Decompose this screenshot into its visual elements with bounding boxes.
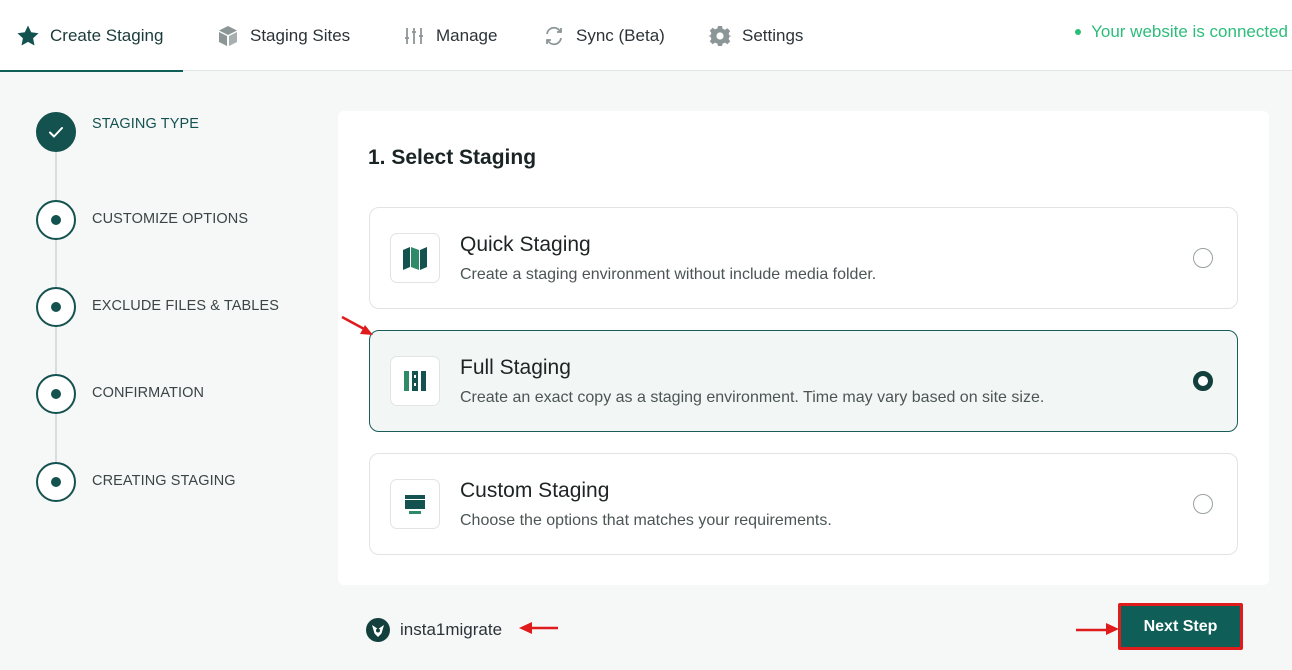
connection-status-text: Your website is connected xyxy=(1091,21,1288,41)
step-exclude-files-tables: EXCLUDE FILES & TABLES xyxy=(36,287,279,327)
option-description: Create a staging environment without inc… xyxy=(460,266,877,283)
star-icon xyxy=(16,24,40,48)
option-title: Full Staging xyxy=(460,356,571,379)
columns-icon xyxy=(390,356,440,406)
sync-icon xyxy=(542,24,566,48)
option-full-staging[interactable]: Full Staging Create an exact copy as a s… xyxy=(369,330,1238,432)
option-description: Create an exact copy as a staging enviro… xyxy=(460,389,1045,406)
step-pending-icon xyxy=(36,374,76,414)
step-progress: STAGING TYPE CUSTOMIZE OPTIONS EXCLUDE F… xyxy=(36,112,326,512)
cube-icon xyxy=(216,24,240,48)
option-title: Custom Staging xyxy=(460,479,610,502)
step-pending-icon xyxy=(36,200,76,240)
annotation-arrow-icon xyxy=(519,622,558,634)
select-staging-card: 1. Select Staging Quick Staging Create a… xyxy=(338,111,1269,585)
connection-status: Your website is connected xyxy=(1075,0,1288,63)
brand-name: insta1migrate xyxy=(400,620,503,639)
annotation-arrow-icon xyxy=(1076,623,1119,635)
tab-label: Manage xyxy=(436,25,498,45)
tab-sync-beta[interactable]: Sync (Beta) xyxy=(542,0,665,71)
tab-label: Staging Sites xyxy=(250,25,351,45)
option-description: Choose the options that matches your req… xyxy=(460,512,832,529)
step-label: CREATING STAGING xyxy=(92,473,236,489)
tab-label: Create Staging xyxy=(50,25,164,45)
tab-manage[interactable]: Manage xyxy=(402,0,497,71)
step-pending-icon xyxy=(36,287,76,327)
window-icon xyxy=(390,479,440,529)
gear-icon xyxy=(708,24,732,48)
brand-link[interactable]: insta1migrate xyxy=(366,618,502,642)
step-creating-staging: CREATING STAGING xyxy=(36,462,236,502)
map-icon xyxy=(390,233,440,283)
step-pending-icon xyxy=(36,462,76,502)
tab-settings[interactable]: Settings xyxy=(708,0,803,71)
option-custom-staging[interactable]: Custom Staging Choose the options that m… xyxy=(369,453,1238,555)
sliders-icon xyxy=(402,24,426,48)
step-label: EXCLUDE FILES & TABLES xyxy=(92,298,280,314)
tab-create-staging[interactable]: Create Staging xyxy=(0,0,184,72)
step-label: CUSTOMIZE OPTIONS xyxy=(92,211,249,227)
radio-quick-staging[interactable] xyxy=(1193,248,1213,268)
step-label: STAGING TYPE xyxy=(92,115,200,132)
insta-logo-icon xyxy=(366,618,390,642)
step-staging-type: STAGING TYPE xyxy=(36,112,199,152)
status-dot-icon xyxy=(1075,28,1082,35)
tab-label: Settings xyxy=(742,25,804,45)
radio-custom-staging[interactable] xyxy=(1193,494,1213,514)
option-quick-staging[interactable]: Quick Staging Create a staging environme… xyxy=(369,207,1238,309)
step-label: CONFIRMATION xyxy=(92,385,205,401)
tab-staging-sites[interactable]: Staging Sites xyxy=(216,0,350,71)
step-confirmation: CONFIRMATION xyxy=(36,374,204,414)
next-step-button[interactable]: Next Step xyxy=(1118,603,1243,650)
option-title: Quick Staging xyxy=(460,233,591,256)
step-customize-options: CUSTOMIZE OPTIONS xyxy=(36,200,248,240)
top-navigation: Create Staging Staging Sites Manage Sync… xyxy=(0,0,1292,72)
check-icon xyxy=(36,112,76,152)
tab-label: Sync (Beta) xyxy=(576,25,665,45)
page-title: 1. Select Staging xyxy=(368,146,537,169)
radio-full-staging[interactable] xyxy=(1193,371,1213,391)
